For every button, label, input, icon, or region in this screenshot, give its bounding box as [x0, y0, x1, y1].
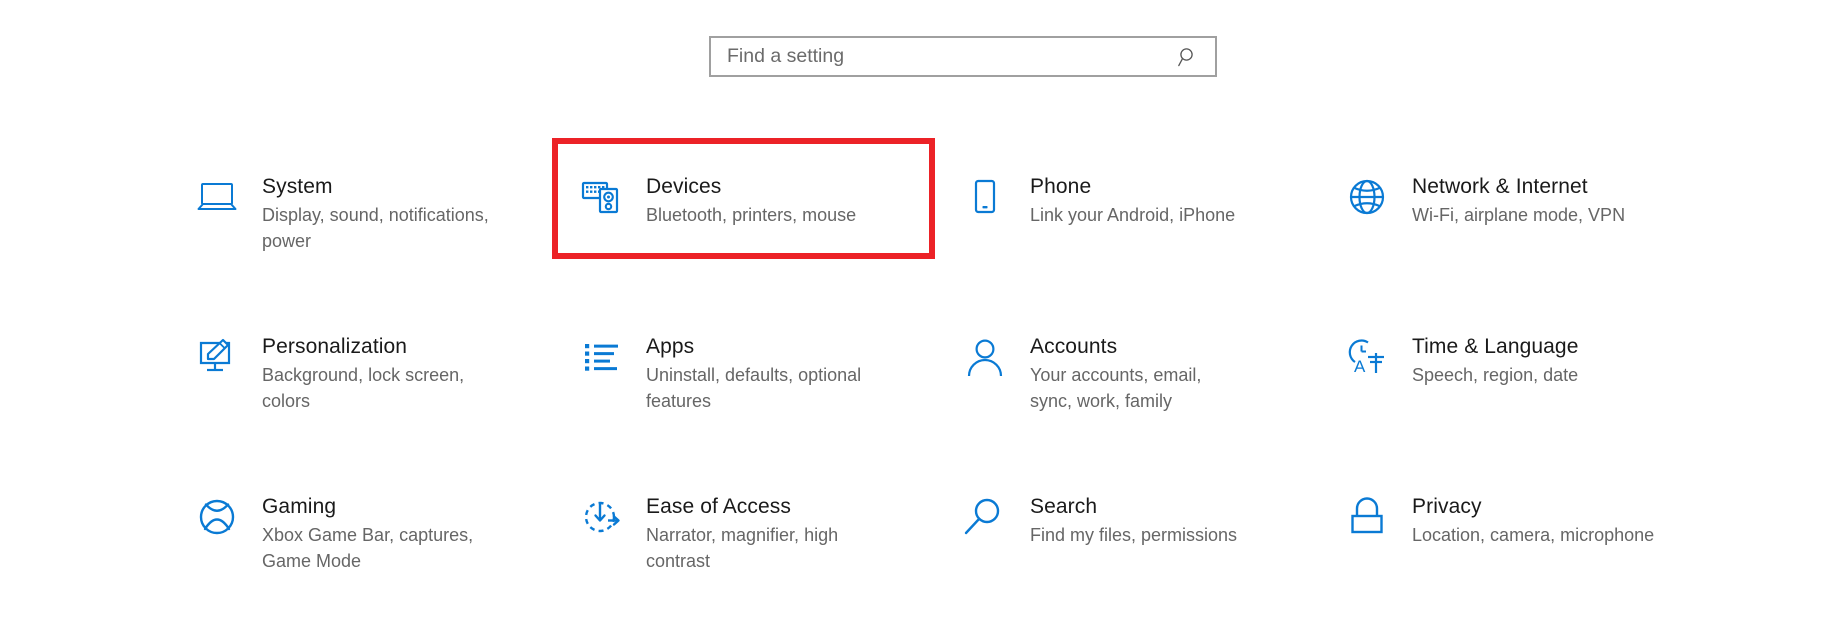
tile-text: Apps Uninstall, defaults, optional featu…	[646, 334, 942, 414]
tile-subtitle: Speech, region, date	[1412, 365, 1579, 385]
tile-personalization[interactable]: Personalization Background, lock screen,…	[182, 310, 566, 470]
person-icon	[964, 336, 1006, 378]
tile-subtitle: Find my files, permissions	[1030, 525, 1238, 545]
magnifier-icon	[964, 496, 1006, 538]
accessibility-clock-icon	[580, 496, 622, 538]
tile-subtitle: Display, sound, notifications, power	[262, 205, 489, 251]
tile-system[interactable]: System Display, sound, notifications, po…	[182, 150, 566, 310]
tile-text: System Display, sound, notifications, po…	[262, 174, 558, 254]
laptop-icon	[196, 176, 238, 218]
tile-text: Search Find my files, permissions	[1030, 494, 1324, 548]
tile-apps[interactable]: Apps Uninstall, defaults, optional featu…	[566, 310, 950, 470]
tile-search[interactable]: Search Find my files, permissions	[950, 470, 1332, 630]
tile-subtitle: Uninstall, defaults, optional features	[646, 365, 862, 411]
tile-ease-of-access[interactable]: Ease of Access Narrator, magnifier, high…	[566, 470, 950, 630]
xbox-icon	[196, 496, 238, 538]
tile-text: Personalization Background, lock screen,…	[262, 334, 558, 414]
tile-subtitle: Location, camera, microphone	[1412, 525, 1655, 545]
tile-title: Time & Language	[1412, 335, 1579, 358]
search-icon[interactable]	[1177, 46, 1199, 68]
tile-text: Time & Language Speech, region, date	[1412, 334, 1744, 388]
tile-devices[interactable]: Devices Bluetooth, printers, mouse	[552, 138, 950, 310]
tile-text: Devices Bluetooth, printers, mouse	[646, 174, 942, 228]
tile-title: System	[262, 175, 333, 198]
tile-accounts[interactable]: Accounts Your accounts, email, sync, wor…	[950, 310, 1332, 470]
tile-title: Phone	[1030, 175, 1092, 198]
tile-subtitle: Xbox Game Bar, captures, Game Mode	[262, 525, 474, 571]
tile-subtitle: Your accounts, email, sync, work, family	[1030, 365, 1202, 411]
search-box[interactable]	[709, 36, 1217, 77]
tile-subtitle: Background, lock screen, colors	[262, 365, 465, 411]
list-icon	[580, 336, 622, 378]
tile-title: Gaming	[262, 495, 337, 518]
tile-time-language[interactable]: A Time & Language Speech, region, date	[1332, 310, 1752, 470]
monitor-brush-icon	[196, 336, 238, 378]
lock-icon	[1346, 496, 1388, 538]
tile-row: Gaming Xbox Game Bar, captures, Game Mod…	[0, 470, 1844, 630]
tile-title: Privacy	[1412, 495, 1482, 518]
tile-subtitle: Link your Android, iPhone	[1030, 205, 1236, 225]
svg-text:A: A	[1354, 357, 1366, 376]
tile-network-internet[interactable]: Network & Internet Wi-Fi, airplane mode,…	[1332, 150, 1752, 310]
tile-title: Ease of Access	[646, 495, 791, 518]
tile-subtitle: Wi-Fi, airplane mode, VPN	[1412, 205, 1626, 225]
tile-row: Personalization Background, lock screen,…	[0, 310, 1844, 470]
tile-text: Accounts Your accounts, email, sync, wor…	[1030, 334, 1324, 414]
tile-title: Devices	[646, 175, 722, 198]
tile-text: Phone Link your Android, iPhone	[1030, 174, 1324, 228]
tile-phone[interactable]: Phone Link your Android, iPhone	[950, 150, 1332, 310]
globe-icon	[1346, 176, 1388, 218]
tile-title: Personalization	[262, 335, 408, 358]
tile-title: Accounts	[1030, 335, 1118, 358]
tile-text: Network & Internet Wi-Fi, airplane mode,…	[1412, 174, 1744, 228]
clock-language-icon: A	[1346, 336, 1388, 378]
tile-title: Apps	[646, 335, 695, 358]
tile-subtitle: Bluetooth, printers, mouse	[646, 205, 857, 225]
settings-tile-grid: System Display, sound, notifications, po…	[0, 138, 1844, 630]
tile-text: Gaming Xbox Game Bar, captures, Game Mod…	[262, 494, 558, 574]
tile-gaming[interactable]: Gaming Xbox Game Bar, captures, Game Mod…	[182, 470, 566, 630]
tile-row: System Display, sound, notifications, po…	[0, 138, 1844, 310]
tile-privacy[interactable]: Privacy Location, camera, microphone	[1332, 470, 1752, 630]
search-input[interactable]	[727, 45, 1177, 68]
search-bar[interactable]	[709, 36, 1217, 77]
tile-text: Privacy Location, camera, microphone	[1412, 494, 1744, 548]
tile-text: Ease of Access Narrator, magnifier, high…	[646, 494, 942, 574]
phone-icon	[964, 176, 1006, 218]
tile-title: Search	[1030, 495, 1098, 518]
keyboard-mouse-icon	[580, 176, 622, 218]
tile-subtitle: Narrator, magnifier, high contrast	[646, 525, 839, 571]
tile-title: Network & Internet	[1412, 175, 1588, 198]
